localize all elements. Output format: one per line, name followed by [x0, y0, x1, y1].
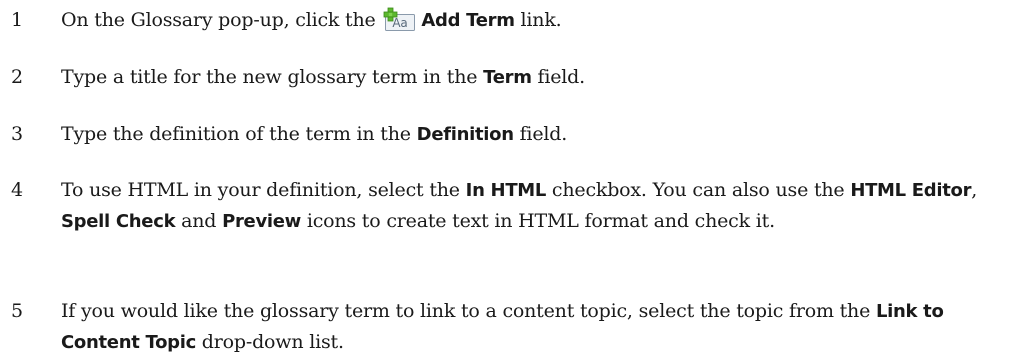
- add-term-icon-glyph: Aa: [393, 16, 408, 30]
- step-text: Type a title for the new glossary term i…: [61, 66, 585, 88]
- add-term-icon: Aa: [383, 5, 419, 33]
- step-number: 5: [11, 300, 24, 322]
- step-text: If you would like the glossary term to l…: [61, 300, 944, 353]
- spell-check-label: Spell Check: [61, 211, 176, 232]
- step-text: Type the definition of the term in the D…: [61, 123, 568, 145]
- step-2: 2 Type a title for the new glossary term…: [0, 62, 1026, 96]
- step-1: 1 On the Glossary pop-up, click the Aa A…: [0, 5, 1026, 39]
- html-editor-label: HTML Editor: [850, 180, 972, 201]
- definition-field-label: Definition: [416, 124, 514, 145]
- in-html-checkbox-label: In HTML: [465, 180, 547, 201]
- step-4: 4 To use HTML in your definition, select…: [0, 175, 1026, 275]
- step-number: 2: [11, 66, 24, 88]
- step-number: 3: [11, 123, 24, 145]
- step-text: To use HTML in your definition, select t…: [61, 179, 978, 232]
- step-number: 4: [11, 179, 24, 201]
- preview-label: Preview: [222, 211, 301, 232]
- step-3: 3 Type the definition of the term in the…: [0, 119, 1026, 153]
- step-text: On the Glossary pop-up, click the Aa Add…: [61, 5, 1011, 36]
- step-number: 1: [11, 9, 24, 31]
- step-5: 5 If you would like the glossary term to…: [0, 296, 1026, 360]
- term-field-label: Term: [483, 67, 532, 88]
- add-term-label: Add Term: [421, 10, 515, 31]
